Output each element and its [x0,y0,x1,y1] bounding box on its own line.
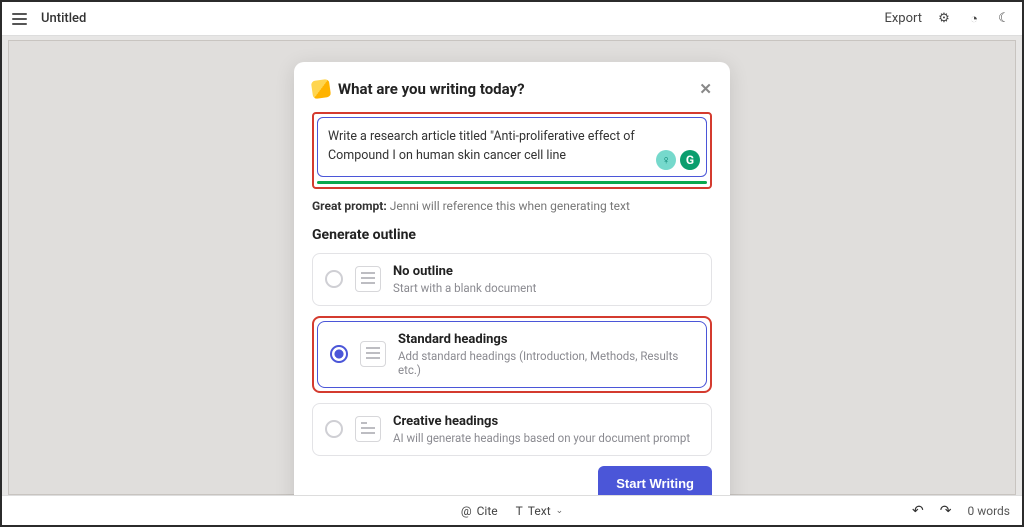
cite-label: Cite [477,504,498,518]
prompt-helper-text: Jenni will reference this when generatin… [390,199,630,213]
outline-option-none[interactable]: No outline Start with a blank document [312,253,712,306]
prompt-modal: What are you writing today? ✕ Write a re… [294,62,730,519]
headings-page-icon [360,341,386,367]
prompt-input[interactable]: Write a research article titled "Anti-pr… [317,117,707,177]
radio-icon-selected [330,345,348,363]
prompt-highlight-frame: Write a research article titled "Anti-pr… [312,112,712,189]
generate-outline-label: Generate outline [312,227,712,243]
option-subtitle: Start with a blank document [393,281,536,295]
prompt-input-text: Write a research article titled "Anti-pr… [328,129,635,163]
option-title: Standard headings [398,332,694,347]
outline-option-creative[interactable]: Creative headings AI will generate headi… [312,403,712,456]
prompt-helper: Great prompt: Jenni will reference this … [312,199,712,213]
radio-icon [325,420,343,438]
option-title: No outline [393,264,536,279]
grammarly-icon[interactable]: G [680,150,700,170]
option-subtitle: AI will generate headings based on your … [393,431,690,445]
menu-icon[interactable] [12,13,27,25]
outline-option-standard[interactable]: Standard headings Add standard headings … [317,321,707,388]
outline-option-standard-highlight: Standard headings Add standard headings … [312,316,712,393]
bottom-bar: @ Cite T Text ⌄ ↶ ↷ 0 words [2,495,1022,525]
cite-button[interactable]: @ Cite [461,504,498,518]
redo-button[interactable]: ↷ [940,503,952,519]
suggestion-icon[interactable]: ♀ [656,150,676,170]
moon-icon[interactable]: ☾ [996,11,1012,27]
top-bar: Untitled Export ⚙ ◔ ☾ [2,2,1022,36]
creative-page-icon [355,416,381,442]
wave-icon [311,79,331,99]
export-button[interactable]: Export [884,11,922,26]
at-icon: @ [461,504,472,518]
app-window: Untitled Export ⚙ ◔ ☾ What are you writi… [0,0,1024,527]
undo-button[interactable]: ↶ [912,503,924,519]
radio-icon [325,270,343,288]
gear-icon[interactable]: ⚙ [936,11,952,27]
modal-title: What are you writing today? [338,80,525,98]
blank-page-icon [355,266,381,292]
option-title: Creative headings [393,414,690,429]
chevron-down-icon: ⌄ [556,506,564,516]
document-title[interactable]: Untitled [41,11,86,26]
prompt-helper-label: Great prompt: [312,199,387,213]
prompt-strength-bar [317,181,707,184]
close-icon[interactable]: ✕ [699,80,712,98]
word-count: 0 words [968,504,1011,518]
option-subtitle: Add standard headings (Introduction, Met… [398,349,694,377]
clock-icon[interactable]: ◔ [966,11,982,27]
text-icon: T [516,504,523,518]
text-style-button[interactable]: T Text ⌄ [516,504,564,518]
text-label: Text [528,504,551,518]
